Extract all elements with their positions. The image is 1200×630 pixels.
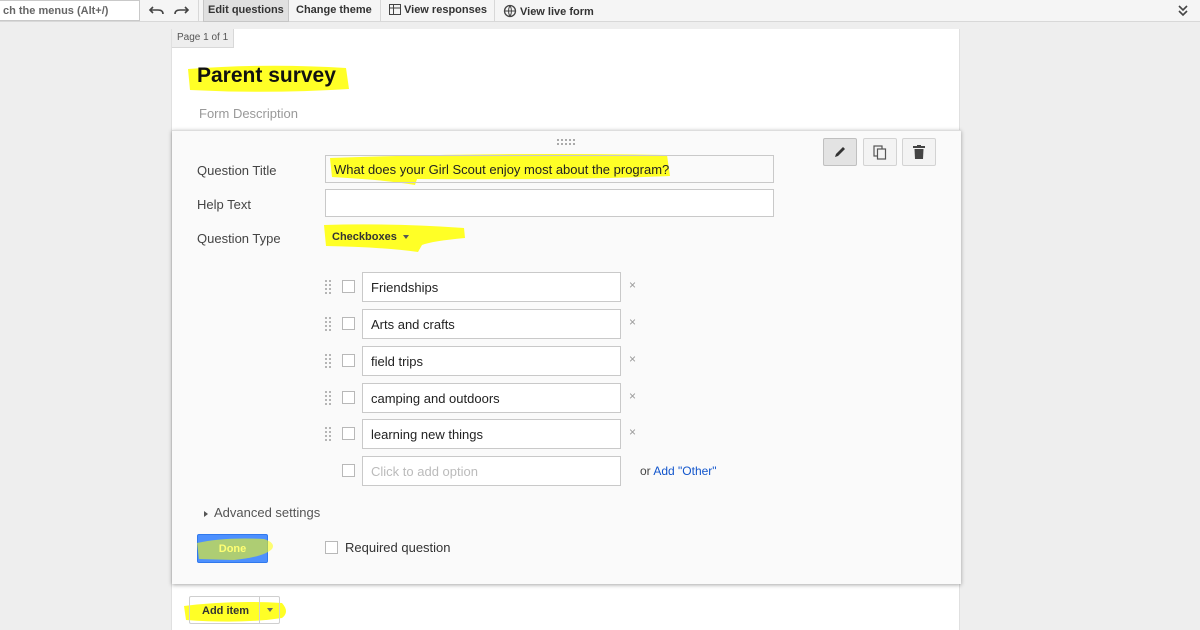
redo-icon[interactable] bbox=[172, 2, 190, 18]
reorder-grip-icon[interactable] bbox=[324, 426, 332, 442]
question-title-input[interactable]: What does your Girl Scout enjoy most abo… bbox=[325, 155, 774, 183]
view-responses-button[interactable]: View responses bbox=[385, 0, 491, 22]
option-checkbox bbox=[342, 427, 355, 440]
table-icon bbox=[389, 4, 401, 15]
add-option-input[interactable]: Click to add option bbox=[362, 456, 621, 486]
reorder-grip-icon[interactable] bbox=[324, 279, 332, 295]
chevron-down-icon bbox=[402, 235, 409, 240]
remove-option-button[interactable]: × bbox=[629, 315, 636, 329]
view-live-form-button[interactable]: View live form bbox=[499, 0, 598, 22]
reorder-grip-icon[interactable] bbox=[324, 390, 332, 406]
double-chevron-down-icon[interactable] bbox=[1176, 2, 1190, 18]
option-row: Friendships × bbox=[324, 272, 644, 302]
form-title[interactable]: Parent survey bbox=[197, 64, 336, 88]
trash-icon bbox=[913, 145, 925, 159]
reorder-grip-icon[interactable] bbox=[324, 353, 332, 369]
option-input[interactable]: field trips bbox=[362, 346, 621, 376]
edit-questions-button[interactable]: Edit questions bbox=[203, 0, 289, 22]
advanced-settings-toggle[interactable]: Advanced settings bbox=[204, 505, 320, 520]
advanced-settings-label: Advanced settings bbox=[214, 505, 321, 520]
view-live-form-label: View live form bbox=[520, 6, 594, 18]
top-toolbar: ch the menus (Alt+/) Edit questions Chan… bbox=[0, 0, 1200, 22]
chevron-down-icon bbox=[266, 608, 273, 612]
option-input[interactable]: Arts and crafts bbox=[362, 309, 621, 339]
add-item-dropdown[interactable] bbox=[260, 597, 279, 623]
toolbar-separator bbox=[494, 0, 495, 22]
view-responses-label: View responses bbox=[404, 4, 487, 16]
remove-option-button[interactable]: × bbox=[629, 278, 636, 292]
page-indicator: Page 1 of 1 bbox=[172, 29, 235, 48]
pencil-icon bbox=[835, 147, 845, 157]
form-page: Page 1 of 1 Parent survey Form Descripti… bbox=[171, 29, 961, 630]
option-checkbox bbox=[342, 354, 355, 367]
or-text: or bbox=[640, 464, 651, 478]
option-row: Arts and crafts × bbox=[324, 309, 644, 339]
option-checkbox bbox=[342, 317, 355, 330]
required-question-label: Required question bbox=[345, 540, 451, 555]
option-checkbox bbox=[342, 391, 355, 404]
question-type-select[interactable]: Checkboxes bbox=[325, 226, 416, 248]
form-description[interactable]: Form Description bbox=[199, 106, 298, 121]
remove-option-button[interactable]: × bbox=[629, 389, 636, 403]
required-question-toggle[interactable]: Required question bbox=[325, 540, 451, 555]
question-editor: Question Title What does your Girl Scout… bbox=[172, 130, 961, 584]
question-title-label: Question Title bbox=[197, 163, 277, 178]
change-theme-button[interactable]: Change theme bbox=[292, 0, 376, 22]
question-type-value: Checkboxes bbox=[332, 231, 397, 243]
option-checkbox bbox=[342, 464, 355, 477]
help-text-input[interactable] bbox=[325, 189, 774, 217]
add-item-button-group: Add item bbox=[189, 596, 281, 624]
expand-triangle-icon bbox=[204, 510, 208, 517]
toolbar-separator bbox=[198, 0, 199, 22]
toolbar-separator bbox=[380, 0, 381, 22]
edit-question-button[interactable] bbox=[823, 138, 857, 166]
duplicate-question-button[interactable] bbox=[863, 138, 897, 166]
option-input[interactable]: Friendships bbox=[362, 272, 621, 302]
menu-search-input[interactable]: ch the menus (Alt+/) bbox=[0, 0, 140, 21]
option-row: camping and outdoors × bbox=[324, 383, 644, 413]
option-checkbox bbox=[342, 280, 355, 293]
question-type-label: Question Type bbox=[197, 231, 281, 246]
required-checkbox[interactable] bbox=[325, 541, 338, 554]
duplicate-icon bbox=[873, 144, 887, 160]
drag-handle-icon[interactable] bbox=[557, 139, 575, 145]
option-input[interactable]: camping and outdoors bbox=[362, 383, 621, 413]
add-other-link[interactable]: Add "Other" bbox=[653, 464, 716, 478]
done-button[interactable]: Done bbox=[197, 534, 268, 563]
remove-option-button[interactable]: × bbox=[629, 352, 636, 366]
reorder-grip-icon[interactable] bbox=[324, 316, 332, 332]
remove-option-button[interactable]: × bbox=[629, 425, 636, 439]
undo-icon[interactable] bbox=[148, 2, 166, 18]
option-row: field trips × bbox=[324, 346, 644, 376]
delete-question-button[interactable] bbox=[902, 138, 936, 166]
add-other-container: or Add "Other" bbox=[640, 464, 717, 478]
live-form-icon bbox=[503, 4, 517, 18]
help-text-label: Help Text bbox=[197, 197, 251, 212]
option-input[interactable]: learning new things bbox=[362, 419, 621, 449]
option-row: learning new things × bbox=[324, 419, 644, 449]
add-item-button[interactable]: Add item bbox=[190, 597, 261, 623]
add-option-row: Click to add option bbox=[324, 456, 644, 486]
